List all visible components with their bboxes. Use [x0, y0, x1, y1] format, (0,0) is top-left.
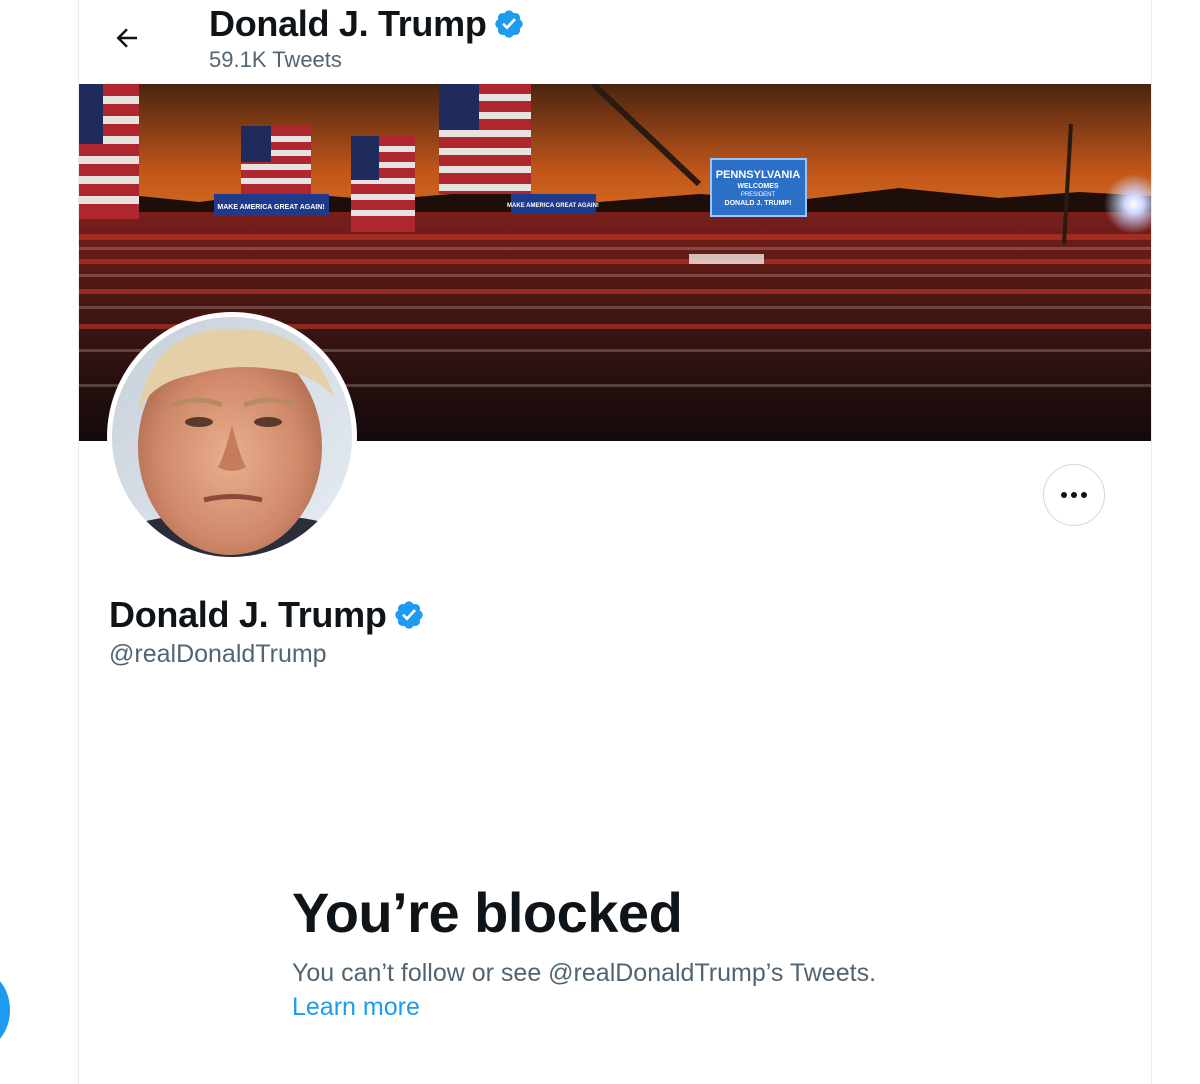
arrow-left-icon	[116, 28, 137, 48]
avatar-image	[112, 317, 352, 557]
banner-text-mid: MAKE AMERICA GREAT AGAIN!	[507, 203, 599, 209]
blocked-title: You’re blocked	[292, 881, 683, 944]
flag-left	[79, 84, 139, 219]
flag-2	[241, 126, 311, 198]
profile-column: Donald J. Trump 59.1K Tweets MAKE AMERIC…	[78, 0, 1152, 1084]
sign-line-2: PRESIDENT	[741, 192, 776, 198]
sign-line-3: DONALD J. TRUMP!	[725, 200, 792, 207]
more-options-button[interactable]	[1043, 464, 1105, 526]
profile-name: Donald J. Trump	[109, 594, 425, 636]
verified-badge-icon	[394, 601, 423, 629]
flag-3	[351, 136, 415, 232]
verified-badge-icon	[494, 10, 523, 38]
compose-tweet-button[interactable]	[0, 972, 10, 1048]
profile-handle: @realDonaldTrump	[109, 640, 327, 668]
tweet-count: 59.1K Tweets	[209, 47, 342, 72]
blocked-message: You can’t follow or see @realDonaldTrump…	[292, 959, 877, 987]
banner-text-left: MAKE AMERICA GREAT AGAIN!	[217, 204, 324, 211]
more-horizontal-icon	[1061, 492, 1087, 498]
header-title: Donald J. Trump	[209, 2, 525, 46]
flag-4	[439, 84, 531, 194]
learn-more-link[interactable]: Learn more	[292, 990, 420, 1024]
sign-main: PENNSYLVANIA	[716, 169, 801, 181]
display-name: Donald J. Trump	[109, 594, 387, 635]
sign-line-1: WELCOMES	[737, 183, 779, 190]
profile-avatar[interactable]	[107, 312, 357, 562]
blocked-notice: You’re blocked You can’t follow or see @…	[292, 880, 992, 1024]
profile-header: Donald J. Trump 59.1K Tweets	[79, 0, 1151, 84]
header-name: Donald J. Trump	[209, 3, 487, 44]
back-button[interactable]	[107, 18, 147, 58]
